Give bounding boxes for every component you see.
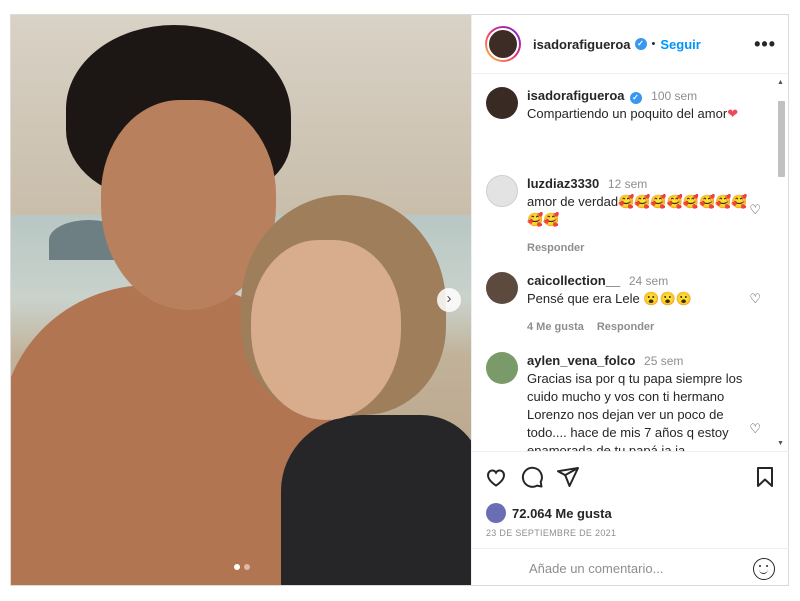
more-options-icon[interactable]: •••	[754, 34, 776, 55]
comment-item: aylen_vena_folco 25 sem Gracias isa por …	[486, 352, 776, 451]
separator-dot: •	[651, 38, 656, 50]
comment-text: Pensé que era Lele 😮😮😮	[527, 291, 692, 306]
comment-username[interactable]: caicollection__	[527, 273, 620, 288]
comment-like-heart-icon[interactable]: ♡	[749, 202, 761, 218]
post-side-panel: isadorafigueroa ✓ • Seguir ••• isadorafi…	[471, 15, 789, 585]
action-icons-row	[472, 452, 789, 502]
caption-text: Compartiendo un poquito del amor	[527, 106, 728, 121]
comment-username[interactable]: aylen_vena_folco	[527, 353, 635, 368]
reply-button[interactable]: Responder	[597, 318, 654, 336]
caption-item: isadorafigueroa ✓ 100 sem Compartiendo un…	[486, 87, 776, 123]
follow-button[interactable]: Seguir	[660, 37, 700, 52]
comment-time[interactable]: 24 sem	[629, 274, 668, 288]
verified-badge-icon: ✓	[634, 38, 647, 50]
add-comment-bar	[472, 548, 789, 588]
scroll-down-arrow-icon[interactable]: ▼	[777, 440, 784, 447]
scroll-up-arrow-icon[interactable]: ▲	[777, 79, 784, 86]
reply-button[interactable]: Responder	[527, 239, 584, 257]
comments-list[interactable]: isadorafigueroa ✓ 100 sem Compartiendo un…	[472, 75, 789, 451]
author-avatar[interactable]	[485, 26, 521, 62]
commenter-avatar[interactable]	[486, 272, 518, 304]
comment-input[interactable]	[529, 561, 729, 576]
bookmark-icon[interactable]	[753, 465, 777, 489]
post-photo: ›	[11, 15, 471, 585]
comment-text: amor de verdad🥰🥰🥰🥰🥰🥰🥰🥰🥰🥰	[527, 194, 748, 227]
post-date: 23 DE SEPTIEMBRE DE 2021	[486, 528, 617, 538]
carousel-dot-active	[234, 564, 240, 570]
likes-summary[interactable]: 72.064 Me gusta	[472, 502, 789, 524]
author-username[interactable]: isadorafigueroa	[533, 37, 631, 52]
next-slide-arrow-icon[interactable]: ›	[437, 288, 461, 312]
comment-time[interactable]: 25 sem	[644, 354, 683, 368]
liker-avatar	[486, 503, 506, 523]
commenter-avatar[interactable]	[486, 352, 518, 384]
comments-scrollbar[interactable]: ▲ ▼	[776, 75, 787, 451]
comment-username[interactable]: luzdiaz3330	[527, 176, 599, 191]
comment-item: luzdiaz3330 12 sem amor de verdad🥰🥰🥰🥰🥰🥰🥰…	[486, 175, 776, 257]
share-icon[interactable]	[556, 465, 580, 489]
comment-likes-count[interactable]: 4 Me gusta	[527, 318, 584, 336]
emoji-icon[interactable]	[753, 557, 775, 580]
comment-item: caicollection__ 24 sem Pensé que era Lel…	[486, 272, 776, 336]
comment-text: Gracias isa por q tu papa siempre los cu…	[527, 371, 743, 451]
heart-icon[interactable]	[484, 465, 508, 489]
comment-icon[interactable]	[520, 465, 544, 489]
caption-username[interactable]: isadorafigueroa	[527, 88, 625, 103]
comment-time[interactable]: 12 sem	[608, 177, 647, 191]
post-header: isadorafigueroa ✓ • Seguir •••	[472, 15, 788, 74]
post-modal: › isadorafigueroa ✓ • Seguir ••• isadora…	[10, 14, 789, 586]
carousel-dot	[244, 564, 250, 570]
caption-time[interactable]: 100 sem	[651, 89, 697, 103]
comment-like-heart-icon[interactable]: ♡	[749, 291, 761, 307]
carousel-dots	[234, 564, 250, 570]
author-avatar-small[interactable]	[486, 87, 518, 119]
comment-like-heart-icon[interactable]: ♡	[749, 421, 761, 437]
commenter-avatar[interactable]	[486, 175, 518, 207]
post-actions-area: 72.064 Me gusta 23 DE SEPTIEMBRE DE 2021	[472, 451, 789, 580]
red-heart-emoji: ❤	[727, 106, 739, 121]
scrollbar-thumb[interactable]	[778, 101, 785, 177]
verified-badge-icon: ✓	[629, 92, 642, 104]
likes-count[interactable]: 72.064 Me gusta	[512, 506, 612, 521]
